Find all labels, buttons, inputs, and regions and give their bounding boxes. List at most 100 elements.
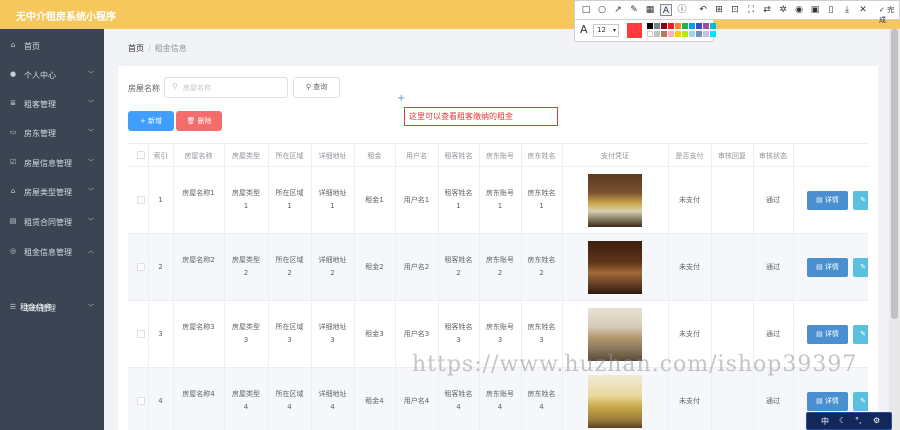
moon-icon[interactable]: ☾ [839,416,846,425]
font-size-select[interactable]: 12 ▾ [593,24,619,37]
detail-button[interactable]: ▤ 详情 [807,191,848,210]
ime-toolbar[interactable]: 中 ☾ °, ⚙ [806,412,892,430]
mosaic-icon[interactable]: ▦ [644,4,656,16]
sidebar-item-7[interactable]: ◎ 租金信息管理 ︿ [0,237,104,266]
scrollbar-thumb[interactable] [891,29,898,319]
color-swatch[interactable] [710,23,716,29]
column-header[interactable]: 租金 [354,151,395,161]
sidebar-item-3[interactable]: ▭ 房东管理 ﹀ [0,118,104,147]
close-icon[interactable]: ✕ [857,4,869,16]
capture-icon[interactable]: ⛶ [745,4,757,16]
detail-button[interactable]: ▤ 详情 [807,258,848,277]
color-swatch[interactable] [682,31,688,37]
column-header[interactable]: 用户名 [395,151,438,161]
select-all-checkbox[interactable] [137,151,145,159]
row-checkbox[interactable] [137,397,145,405]
column-header[interactable]: 支付凭证 [562,151,668,161]
table-row[interactable]: 1 房屋名称1 房屋类型1 所在区域1 详细地址1 租金1 用户名1 租客姓名1 房东账号1 房东… [128,167,868,234]
color-swatch[interactable] [668,31,674,37]
search-input[interactable] [183,81,283,94]
column-header[interactable]: 房屋名称 [173,151,224,161]
translate-icon[interactable]: ⇄ [761,4,773,16]
color-swatch[interactable] [675,31,681,37]
column-divider [268,143,269,430]
color-swatch[interactable] [696,23,702,29]
color-swatch[interactable] [654,23,660,29]
column-header[interactable]: 索引 [148,151,173,161]
color-swatch[interactable] [682,23,688,29]
download-icon[interactable]: ⤓ [841,4,853,16]
column-header[interactable]: 房东姓名 [521,151,562,161]
column-header[interactable]: 是否支付 [668,151,711,161]
annotation-textbox[interactable]: 这里可以查看租客缴纳的租金 [404,107,558,126]
sidebar-item-2[interactable]: ≣ 租客管理 ﹀ [0,89,104,118]
breadcrumb-home[interactable]: 首页 [128,44,144,53]
sidebar-item-8[interactable]: ☰ 系统管理 ﹀ [0,293,104,322]
rectangle-icon[interactable]: □ [580,4,592,16]
scrollbar[interactable] [889,29,900,430]
color-swatch[interactable] [654,31,660,37]
color-swatch[interactable] [668,23,674,29]
delete-button[interactable]: 🗑 删除 [176,111,222,131]
color-swatch[interactable] [647,31,653,37]
undo-icon[interactable]: ↶ [697,4,709,16]
phone-icon[interactable]: ▯ [825,4,837,16]
record-icon[interactable]: ◉ [793,4,805,16]
pin-icon[interactable]: ⊞ [713,4,725,16]
color-swatch[interactable] [703,31,709,37]
column-header[interactable]: 租客姓名 [438,151,479,161]
color-swatch[interactable] [661,23,667,29]
color-swatch[interactable] [696,31,702,37]
payment-proof-image[interactable] [588,174,642,227]
row-checkbox[interactable] [137,196,145,204]
ellipse-icon[interactable]: ○ [596,4,608,16]
text-icon[interactable]: A [660,4,672,16]
gear-icon[interactable]: ⚙ [873,416,880,425]
arrow-icon[interactable]: ↗ [612,4,624,16]
sidebar-item-6[interactable]: ▤ 租赁合同管理 ﹀ [0,207,104,236]
color-swatch[interactable] [661,31,667,37]
punctuation-icon[interactable]: °, [855,416,862,425]
save-icon[interactable]: ▣ [809,4,821,16]
payment-proof-image[interactable] [588,375,642,428]
row-checkbox[interactable] [137,330,145,338]
ocr-icon[interactable]: ⊡ [729,4,741,16]
current-color-swatch[interactable] [627,23,642,38]
color-swatch[interactable] [675,23,681,29]
cell-index: 2 [158,263,163,271]
table-row[interactable]: 4 房屋名称4 房屋类型4 所在区域4 详细地址4 租金4 用户名4 租客姓名4 房东账号4 房东… [128,368,868,430]
sidebar-item-5[interactable]: ⌂ 房屋类型管理 ﹀ [0,177,104,206]
row-checkbox[interactable] [137,263,145,271]
sidebar-item-4[interactable]: ☑ 房屋信息管理 ﹀ [0,148,104,177]
query-button[interactable]: ⚲ 查询 [293,77,340,98]
detail-button[interactable]: ▤ 详情 [807,325,848,344]
table-row[interactable]: 2 房屋名称2 房屋类型2 所在区域2 详细地址2 租金2 用户名2 租客姓名2 房东账号2 房东… [128,234,868,301]
color-swatch[interactable] [710,31,716,37]
star-icon[interactable]: ✲ [777,4,789,16]
done-button[interactable]: ✓ 完成 [879,5,899,25]
sidebar-item-0[interactable]: ⌂ 首页 [0,31,104,60]
column-header[interactable]: 房屋类型 [224,151,268,161]
column-header[interactable]: 所在区域 [268,151,311,161]
color-swatch[interactable] [703,23,709,29]
column-header[interactable]: 审核回复 [711,151,753,161]
color-swatch[interactable] [689,31,695,37]
info-icon[interactable]: ⓘ [676,4,688,16]
edit-button[interactable]: ✎ [853,258,868,277]
column-header[interactable]: 详细地址 [311,151,354,161]
detail-button[interactable]: ▤ 详情 [807,392,848,411]
color-swatch[interactable] [689,23,695,29]
add-button[interactable]: + 新增 [128,111,174,131]
pen-icon[interactable]: ✎ [628,4,640,16]
ime-language[interactable]: 中 [821,416,829,427]
column-header[interactable]: 审核状态 [753,151,793,161]
sidebar-item-1[interactable]: ● 个人中心 ﹀ [0,60,104,89]
payment-proof-image[interactable] [588,241,642,294]
column-header[interactable]: 房东账号 [479,151,521,161]
edit-button[interactable]: ✎ [853,191,868,210]
search-field[interactable]: ⚲ [164,77,288,98]
sidebar-subitem-rent-info[interactable]: 租金信息 [20,302,52,313]
color-swatch[interactable] [647,23,653,29]
edit-button[interactable]: ✎ [853,325,868,344]
edit-button[interactable]: ✎ [853,392,868,411]
